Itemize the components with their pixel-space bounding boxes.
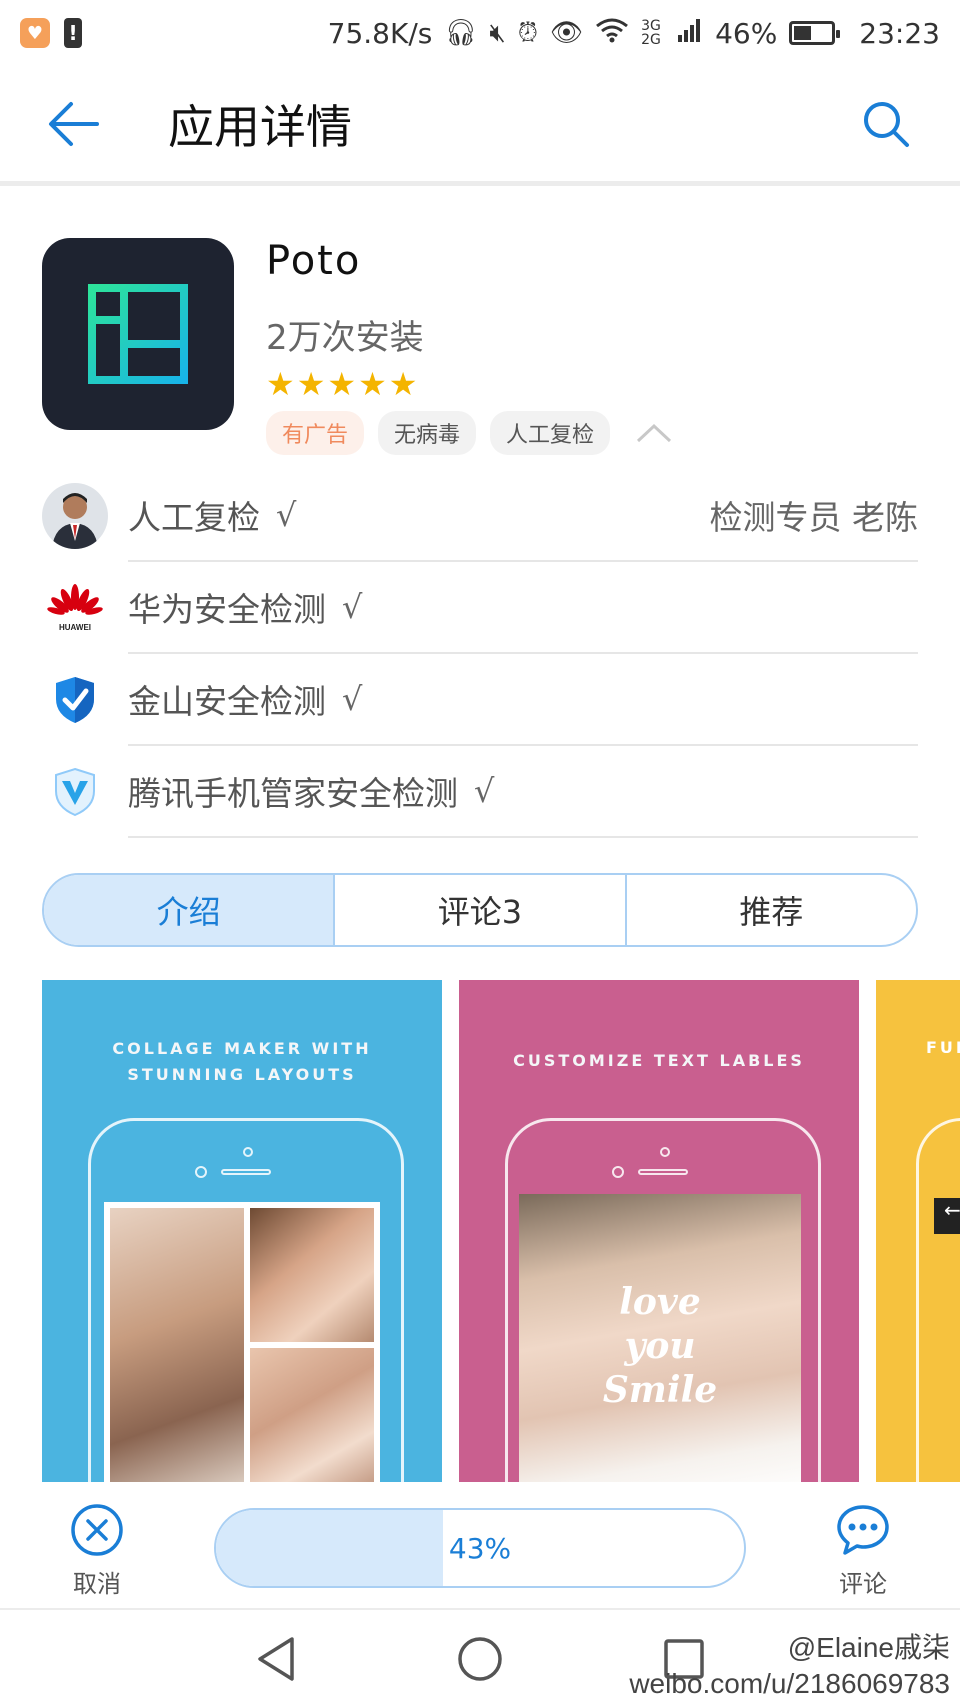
tag-list: 有广告 无病毒 人工复检 — [266, 411, 922, 455]
app-header: Poto 2万次安装 ★★★★★ 有广告 无病毒 人工复检 — [42, 238, 922, 455]
search-icon — [864, 101, 909, 147]
security-label: 金山安全检测 — [128, 682, 326, 721]
check-mark: √ — [276, 496, 297, 534]
notification-app-icon: ♥ — [20, 18, 50, 48]
cancel-circle-icon — [69, 1502, 125, 1558]
tag-no-virus: 无病毒 — [378, 411, 477, 455]
install-count: 2万次安装 — [266, 318, 424, 358]
tag-manual-review: 人工复检 — [490, 411, 611, 455]
screenshot-2[interactable]: CUSTOMIZE TEXT LABLES love you Smile — [459, 980, 859, 1482]
check-mark: √ — [342, 680, 363, 718]
tab-comments[interactable]: 评论3 — [333, 875, 624, 945]
download-progress[interactable]: 43% — [214, 1508, 746, 1588]
security-check-list: 人工复检 √ 检测专员 老陈 HUAWEI 华为安全检测 √ 金山安全检测 √ … — [42, 470, 918, 838]
net-speed: 75.8K/s — [327, 16, 433, 50]
security-row-manual: 人工复检 √ 检测专员 老陈 — [42, 470, 918, 562]
security-row-kingsoft: 金山安全检测 √ — [42, 654, 918, 746]
screenshot-caption-line: CUSTOMIZE TEXT LABLES — [513, 1051, 805, 1070]
collage-photo — [104, 1202, 380, 1482]
network-type: 3G 2G — [641, 18, 661, 48]
rating-stars: ★★★★★ — [266, 365, 420, 403]
poto-logo-icon — [88, 284, 188, 384]
battery-icon — [789, 21, 841, 45]
clock: 23:23 — [859, 16, 940, 50]
check-mark: √ — [342, 588, 363, 626]
reviewer-name: 检测专员 老陈 — [709, 498, 919, 537]
security-row-huawei: HUAWEI 华为安全检测 √ — [42, 562, 918, 654]
detail-tabs: 介绍 评论3 推荐 — [42, 873, 918, 947]
security-label: 腾讯手机管家安全检测 — [128, 774, 458, 813]
mute-icon: 🔇︎ — [489, 17, 506, 48]
bottom-action-bar: 取消 43% 评论 — [0, 1488, 960, 1610]
screenshot-caption-line: COLLAGE MAKER WITH — [112, 1039, 372, 1058]
comment-label: 评论 — [839, 1570, 887, 1598]
check-mark: √ — [474, 772, 495, 810]
search-button[interactable] — [852, 90, 920, 158]
signal-icon — [677, 17, 703, 50]
eye-icon: 👁︎ — [550, 18, 584, 48]
security-label: 人工复检 — [128, 498, 260, 537]
huawei-logo-icon: HUAWEI — [42, 575, 108, 641]
nav-home-button[interactable] — [453, 1632, 507, 1686]
tab-recommend[interactable]: 推荐 — [624, 875, 916, 945]
app-name: Poto — [266, 238, 362, 284]
security-label: 华为安全检测 — [128, 590, 326, 629]
tag-ads: 有广告 — [266, 411, 365, 455]
cancel-label: 取消 — [73, 1570, 121, 1598]
screenshot-carousel[interactable]: COLLAGE MAKER WITH STUNNING LAYOUTS CUST… — [42, 980, 960, 1482]
nav-back-button[interactable] — [249, 1632, 303, 1686]
tab-intro[interactable]: 介绍 — [44, 875, 334, 945]
shield-check-icon — [42, 667, 108, 733]
security-row-tencent: 腾讯手机管家安全检测 √ — [42, 746, 918, 838]
alarm-icon: ⏰︎ — [517, 17, 539, 48]
triangle-back-icon — [258, 1637, 294, 1681]
cancel-button[interactable]: 取消 — [42, 1502, 152, 1599]
screenshot-caption-line: STUNNING LAYOUTS — [127, 1065, 357, 1084]
svg-text:HUAWEI: HUAWEI — [59, 623, 91, 632]
circle-home-icon — [458, 1637, 502, 1681]
back-button[interactable] — [40, 90, 108, 158]
back-arrow-icon: ← — [934, 1198, 960, 1234]
phone-outline — [916, 1118, 960, 1482]
comment-button[interactable]: 评论 — [808, 1502, 918, 1599]
reviewer-avatar — [42, 483, 108, 549]
watermark-handle: @Elaine戚柒 — [787, 1632, 950, 1663]
back-arrow-icon — [49, 101, 99, 146]
watermark-url: weibo.com/u/2186069783 — [629, 1668, 950, 1699]
progress-text: 43% — [448, 1531, 512, 1565]
app-bar: 应用详情 — [0, 66, 960, 186]
status-bar: ♥ ! 75.8K/s 🎧︎ 🔇︎ ⏰︎ 👁︎ 3G 2G 46% 23:23 — [0, 0, 960, 66]
alert-icon: ! — [64, 18, 82, 48]
app-logo — [42, 238, 234, 430]
page-title: 应用详情 — [168, 99, 352, 154]
screenshot-caption-line: FUN — [926, 1038, 960, 1057]
battery-percent: 46% — [715, 16, 778, 50]
screenshot-1[interactable]: COLLAGE MAKER WITH STUNNING LAYOUTS — [42, 980, 442, 1482]
chevron-up-icon[interactable] — [636, 421, 672, 445]
watermark: @Elaine戚柒 weibo.com/u/2186069783 — [629, 1630, 950, 1702]
chat-bubble-icon — [835, 1502, 891, 1558]
shield-v-icon — [42, 759, 108, 825]
photo-text-overlay: love you Smile — [602, 1281, 718, 1411]
wifi-icon — [595, 17, 629, 50]
headphones-icon: 🎧︎ — [444, 18, 478, 48]
screenshot-3[interactable]: FUN ← — [876, 980, 960, 1482]
